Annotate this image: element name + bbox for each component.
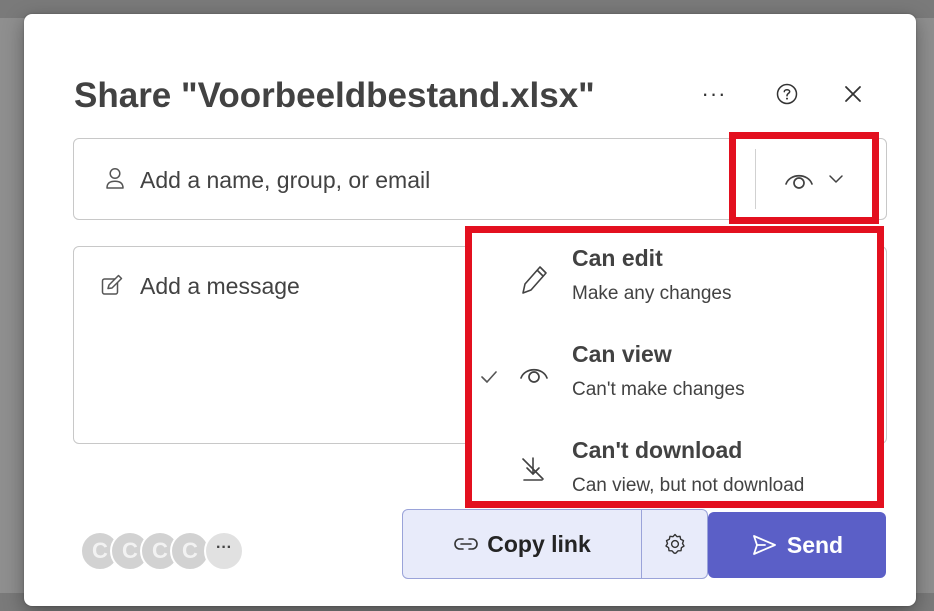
- menu-item-description: Can't make changes: [572, 379, 745, 400]
- help-button[interactable]: [767, 74, 807, 114]
- share-dialog: Share "Voorbeeldbestand.xlsx" ··· Add a …: [24, 14, 916, 606]
- eye-icon: [520, 368, 548, 383]
- link-icon: [454, 538, 479, 550]
- compose-icon: [101, 274, 123, 295]
- dialog-title: Share "Voorbeeldbestand.xlsx": [74, 76, 595, 115]
- close-icon: [845, 86, 861, 102]
- copy-link-split-button: Copy link: [402, 509, 708, 579]
- menu-item-can-edit[interactable]: Can edit Make any changes: [472, 233, 877, 329]
- shared-with-avatars[interactable]: C C C C ···: [80, 531, 244, 573]
- avatar-initial: C: [182, 538, 198, 563]
- more-avatars-badge: ···: [204, 531, 244, 571]
- eye-icon: [785, 174, 813, 189]
- close-button[interactable]: [833, 74, 873, 114]
- help-icon: [776, 83, 798, 105]
- person-icon: [106, 167, 124, 189]
- menu-item-title: Can edit: [572, 245, 663, 271]
- copy-link-button[interactable]: Copy link: [403, 510, 641, 578]
- permission-dropdown-button[interactable]: [729, 132, 879, 224]
- checkmark-icon: [481, 371, 497, 383]
- send-icon: [752, 535, 776, 555]
- link-settings-button[interactable]: [642, 510, 708, 578]
- send-label: Send: [786, 531, 844, 558]
- send-button[interactable]: Send: [708, 512, 886, 578]
- message-placeholder: Add a message: [140, 273, 300, 299]
- more-avatars-label: ···: [216, 539, 232, 556]
- more-options-button[interactable]: ···: [694, 74, 734, 114]
- more-icon: ···: [701, 81, 727, 106]
- menu-item-title: Can view: [572, 341, 672, 367]
- gear-icon: [665, 533, 685, 555]
- menu-item-cant-download[interactable]: Can't download Can view, but not downloa…: [472, 425, 877, 521]
- copy-link-label: Copy link: [487, 530, 591, 557]
- permission-menu: Can edit Make any changes Can view Can't…: [465, 226, 884, 508]
- menu-item-can-view[interactable]: Can view Can't make changes: [472, 329, 877, 425]
- avatar-initial: C: [122, 538, 138, 563]
- avatar-initial: C: [92, 538, 108, 563]
- pencil-icon: [522, 266, 547, 294]
- menu-item-description: Make any changes: [572, 283, 732, 304]
- no-download-icon: [522, 457, 544, 481]
- avatar-initial: C: [152, 538, 168, 563]
- recipients-placeholder: Add a name, group, or email: [140, 167, 431, 193]
- menu-item-description: Can view, but not download: [572, 475, 805, 496]
- chevron-down-icon: [829, 175, 843, 183]
- menu-item-title: Can't download: [572, 437, 743, 463]
